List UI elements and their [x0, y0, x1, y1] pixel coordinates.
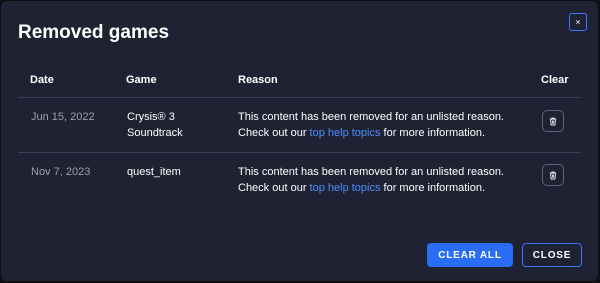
row-reason-suffix: for more information.	[380, 182, 486, 194]
close-icon	[576, 20, 580, 24]
row-reason: This content has been removed for an unl…	[238, 164, 504, 196]
row-reason-prefix: Check out our	[238, 127, 310, 139]
header-divider	[18, 97, 581, 98]
column-header-reason: Reason	[238, 74, 278, 86]
row-divider	[18, 152, 581, 153]
clear-row-button[interactable]	[542, 110, 564, 132]
close-dialog-button[interactable]	[569, 13, 587, 31]
row-date: Jun 15, 2022	[31, 111, 95, 123]
clear-all-button[interactable]: CLEAR ALL	[427, 243, 513, 267]
row-game-line: Crysis® 3	[127, 111, 175, 123]
row-reason: This content has been removed for an unl…	[238, 109, 504, 141]
help-topics-link[interactable]: top help topics	[310, 127, 381, 139]
help-topics-link[interactable]: top help topics	[310, 182, 381, 194]
row-reason-text: This content has been removed for an unl…	[238, 111, 504, 123]
row-game: quest_item	[127, 164, 181, 180]
removed-games-dialog: Removed games Date Game Reason Clear Jun…	[1, 1, 598, 281]
row-game-line: Soundtrack	[127, 127, 183, 139]
trash-icon	[549, 117, 557, 126]
row-reason-text: This content has been removed for an unl…	[238, 166, 504, 178]
column-header-clear: Clear	[541, 74, 569, 86]
row-game-line: quest_item	[127, 166, 181, 178]
row-date: Nov 7, 2023	[31, 166, 91, 178]
column-header-game: Game	[126, 74, 157, 86]
column-header-date: Date	[30, 74, 54, 86]
close-button[interactable]: CLOSE	[522, 243, 582, 267]
row-reason-suffix: for more information.	[380, 127, 486, 139]
clear-row-button[interactable]	[542, 164, 564, 186]
row-reason-prefix: Check out our	[238, 182, 310, 194]
dialog-title: Removed games	[18, 22, 170, 43]
trash-icon	[549, 171, 557, 180]
row-game: Crysis® 3 Soundtrack	[127, 109, 183, 141]
